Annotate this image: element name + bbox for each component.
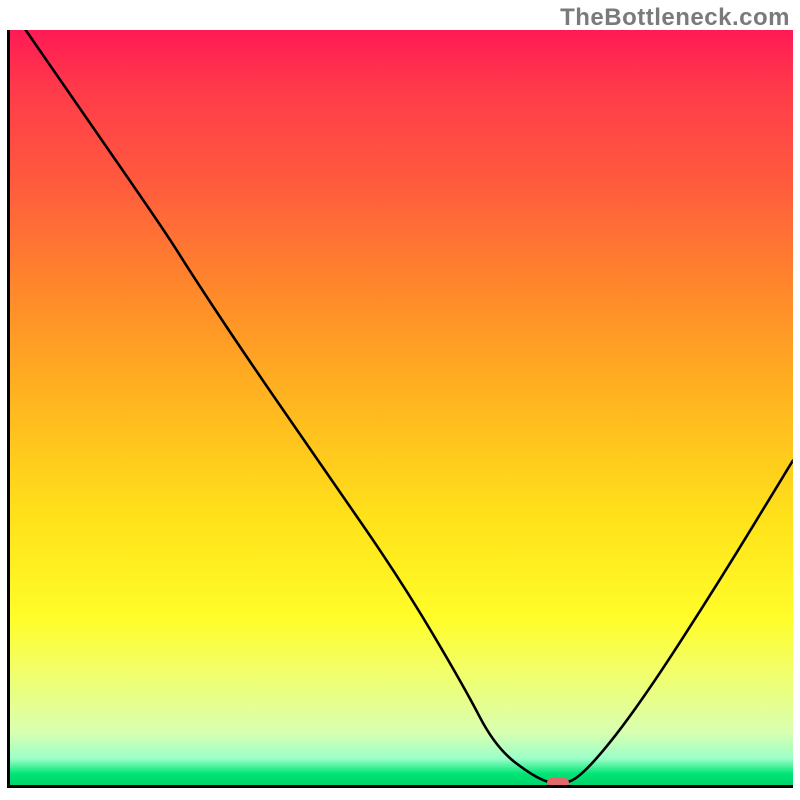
watermark-text: TheBottleneck.com [560,4,790,32]
plot-area [7,30,793,788]
chart-container: TheBottleneck.com [0,0,800,800]
bottleneck-curve [10,30,793,783]
optimum-marker [547,778,569,789]
curve-layer [10,30,793,785]
